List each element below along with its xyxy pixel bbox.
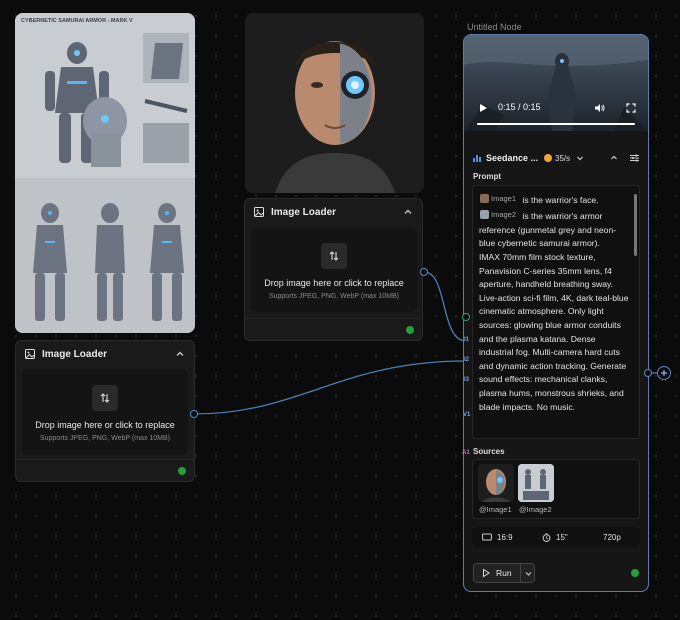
swap-icon[interactable] [92,385,118,411]
plus-icon [661,370,667,376]
run-label: Run [496,568,512,578]
output-port[interactable] [644,369,652,377]
port-label-v1: V1 [463,412,471,418]
source-thumb-image2[interactable] [518,464,554,502]
ref2-label: Image2 [491,209,517,219]
chevron-up-icon[interactable] [174,348,186,360]
input-port-prompt[interactable] [462,313,470,321]
ref1-label: Image1 [491,194,517,203]
bars-icon [473,155,481,162]
model-name[interactable]: Seedance ... [486,153,538,163]
image-icon [25,349,35,359]
sources-label: Sources [473,447,505,456]
video-progress-track[interactable] [477,123,635,125]
status-dot [406,326,414,334]
image-icon [254,207,264,217]
fullscreen-icon[interactable] [626,103,636,113]
chevron-down-icon [525,571,532,576]
run-options-button[interactable] [520,563,536,583]
drop-title: Drop image here or click to replace [35,420,175,430]
image2-reference-chip: Image2 [480,208,516,222]
source-label-1: @Image1 [479,505,512,514]
video-controls: 0:15 / 0:15 [464,99,648,129]
resolution-value: 720p [603,532,621,542]
run-button[interactable]: Run [473,563,535,583]
model-header[interactable]: Seedance ... 35/s [464,147,648,169]
status-dot [178,467,186,475]
status-dot [631,569,639,577]
loader-title: Image Loader [271,206,337,218]
drop-subtitle: Supports JPEG, PNG, WebP (max 10MB) [268,293,400,300]
prompt-label: Prompt [473,172,501,181]
loader-footer [245,318,422,340]
aspect-ratio-value: 16:9 [497,532,513,542]
prompt-body: IMAX 70mm film stock texture, Panavision… [479,251,629,412]
chevron-down-icon[interactable] [575,153,585,163]
portrait-illustration [245,13,424,193]
loader-header[interactable]: Image Loader [245,199,422,225]
armor-sheet-illustration [15,13,195,333]
play-outline-icon [483,568,490,578]
source-image2-illustration [518,464,554,502]
duration-value: 15" [556,532,568,542]
sources-panel: @Image1 @Image2 [472,459,640,519]
edge-loader1-to-image2 [193,360,467,415]
armor-sheet-caption: CYBERNETIC SAMURAI ARMOR - MARK V [21,18,133,24]
drop-zone[interactable]: Drop image here or click to replace Supp… [22,369,188,455]
chevron-up-icon[interactable] [609,153,619,163]
port-label-i2: I2 [464,357,470,363]
coin-icon [544,154,553,162]
loader-footer [16,459,194,481]
input-port-image1[interactable] [462,337,470,345]
drop-zone[interactable]: Drop image here or click to replace Supp… [251,227,417,312]
ref1-text: is the warrior's face. [522,195,599,206]
image2-mini-thumb [480,210,489,220]
video-player[interactable]: 0:15 / 0:15 [464,35,648,131]
generation-settings: 16:9 15" 720p [472,527,640,547]
drop-title: Drop image here or click to replace [264,278,404,288]
loader1-output-port[interactable] [190,410,198,418]
armor-reference-image[interactable]: CYBERNETIC SAMURAI ARMOR - MARK V [15,13,195,333]
port-label-a1: A1 [462,450,470,456]
node-title[interactable]: Untitled Node [467,22,522,32]
volume-icon[interactable] [594,103,605,113]
loader2-output-port[interactable] [420,268,428,276]
image1-mini-thumb [480,194,489,204]
chevron-up-icon[interactable] [402,206,414,218]
play-icon[interactable] [478,103,488,113]
source-label-2: @Image2 [519,505,552,514]
image-loader-node-2[interactable]: Image Loader Drop image here or click to… [244,198,423,341]
prompt-textarea[interactable]: Image1 is the warrior's face. Image2 is … [472,185,640,439]
image-loader-node-1[interactable]: Image Loader Drop image here or click to… [15,340,195,482]
duration-setting[interactable]: 15" [542,527,568,547]
aspect-ratio-setting[interactable]: 16:9 [482,527,513,547]
loader-title: Image Loader [42,348,108,360]
prompt-scrollbar[interactable] [634,194,637,256]
port-label-i3: I3 [464,377,470,383]
drop-subtitle: Supports JPEG, PNG, WebP (max 10MB) [39,435,171,442]
aspect-ratio-icon [482,533,492,541]
image1-reference-chip: Image1 [480,192,516,206]
video-time: 0:15 / 0:15 [498,102,541,112]
settings-sliders-icon[interactable] [629,153,640,163]
source-thumb-image1[interactable] [478,464,514,502]
seedance-node[interactable]: 0:15 / 0:15 Seedance ... 35/s Prompt Ima… [463,34,649,592]
video-progress-fill [477,123,635,125]
prompt-text: Image1 is the warrior's face. Image2 is … [479,192,631,414]
cost-label: 35/s [555,153,571,163]
edge-loader2-to-image1 [423,271,467,342]
add-node-button[interactable] [657,366,671,380]
face-portrait-image[interactable] [245,13,424,193]
timer-icon [542,532,551,542]
swap-icon[interactable] [321,243,347,269]
loader-header[interactable]: Image Loader [16,341,194,367]
source-image1-illustration [478,464,514,502]
resolution-setting[interactable]: 720p [603,527,621,547]
